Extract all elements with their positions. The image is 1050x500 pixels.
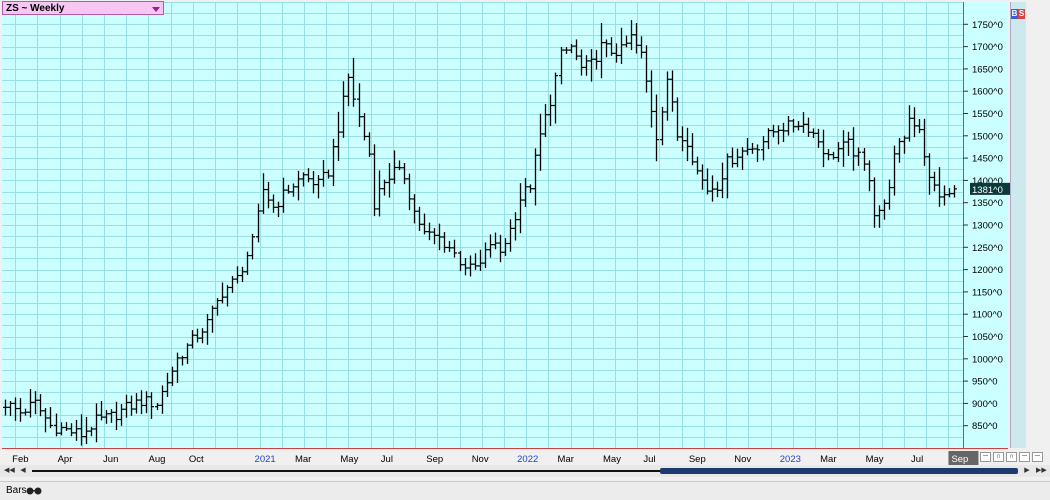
scale-icon[interactable]: ─ <box>1019 452 1030 462</box>
y-tick-label: 900^0 <box>972 399 998 410</box>
x-tick-label: Mar <box>295 454 311 465</box>
y-tick-label: 1600^0 <box>972 87 1003 98</box>
y-tick-label: 1650^0 <box>972 64 1003 75</box>
reset-icon[interactable]: ─ <box>1032 452 1043 462</box>
y-tick-label: 1000^0 <box>972 354 1003 365</box>
glasses-icon[interactable] <box>26 487 42 495</box>
chevron-down-icon[interactable] <box>152 7 160 12</box>
fit-icon[interactable]: ∩ <box>1006 452 1017 462</box>
bottom-toolbar: Bars <box>0 481 1050 500</box>
x-tick-label: Jul <box>381 454 393 465</box>
x-tick-label: Aug <box>149 454 166 465</box>
x-tick-label: Mar <box>820 454 836 465</box>
y-tick-label: 1150^0 <box>972 287 1002 298</box>
buy-sell-badge[interactable]: B S <box>1011 9 1025 19</box>
scroll-right-icon[interactable]: ▶ <box>1022 466 1032 476</box>
x-tick-label: Nov <box>472 454 489 465</box>
scroll-thumb[interactable] <box>660 468 1018 474</box>
horizontal-scrollbar[interactable]: ◀◀ ◀ ▶ ▶▶ <box>0 465 1050 477</box>
symbol-label: ZS ~ Weekly <box>6 3 65 14</box>
y-tick-label: 1100^0 <box>972 310 1002 321</box>
x-tick-label: 2023 <box>780 454 801 465</box>
x-tick-label: Jul <box>911 454 923 465</box>
x-tick-label: Feb <box>12 454 28 465</box>
sell-badge[interactable]: S <box>1018 9 1025 19</box>
scroll-first-icon[interactable]: ◀◀ <box>4 466 15 476</box>
y-tick-label: 850^0 <box>972 421 998 432</box>
x-tick-label: May <box>603 454 621 465</box>
y-tick-label: 1300^0 <box>972 221 1003 232</box>
y-tick-label: 1350^0 <box>972 198 1003 209</box>
buy-badge[interactable]: B <box>1011 9 1018 19</box>
x-tick-label: Oct <box>189 454 204 465</box>
y-tick-label: 1500^0 <box>972 131 1003 142</box>
zoom-in-icon[interactable]: ∩ <box>993 452 1004 462</box>
x-tick-label: Jul <box>643 454 655 465</box>
y-tick-label: 1050^0 <box>972 332 1003 343</box>
x-tick-label: Sep <box>426 454 443 465</box>
price-chart[interactable]: 850^0 900^0 950^0 1000^0 1050^0 1100^0 1150^0 1… <box>0 0 1050 499</box>
x-tick-label: May <box>340 454 358 465</box>
y-tick-label: 1700^0 <box>972 42 1003 53</box>
x-tick-label: Apr <box>58 454 73 465</box>
last-price-value: 1381^0 <box>972 185 1003 196</box>
scroll-last-icon[interactable]: ▶▶ <box>1036 466 1047 476</box>
x-tick-label: 2021 <box>255 454 276 465</box>
y-tick-label: 1450^0 <box>972 154 1003 165</box>
y-tick-label: 1250^0 <box>972 243 1003 254</box>
y-tick-label: 950^0 <box>972 377 998 388</box>
y-tick-label: 1200^0 <box>972 265 1003 276</box>
y-tick-label: 1750^0 <box>972 20 1003 31</box>
chart-window: 850^0 900^0 950^0 1000^0 1050^0 1100^0 1150^0 1… <box>0 0 1050 500</box>
scroll-left-icon[interactable]: ◀ <box>18 466 28 476</box>
x-tick-label: Sep <box>689 454 706 465</box>
chart-style-label[interactable]: Bars <box>6 485 27 496</box>
x-tick-label: Sep <box>951 454 968 465</box>
x-tick-label: Mar <box>558 454 574 465</box>
zoom-out-icon[interactable]: ─ <box>980 452 991 462</box>
x-tick-label: Jun <box>103 454 118 465</box>
x-tick-label: 2022 <box>517 454 538 465</box>
x-tick-label: May <box>866 454 884 465</box>
x-tick-label: Nov <box>734 454 751 465</box>
y-tick-label: 1550^0 <box>972 109 1003 120</box>
symbol-selector[interactable]: ZS ~ Weekly <box>2 1 164 15</box>
right-side-panel <box>1010 2 1026 448</box>
